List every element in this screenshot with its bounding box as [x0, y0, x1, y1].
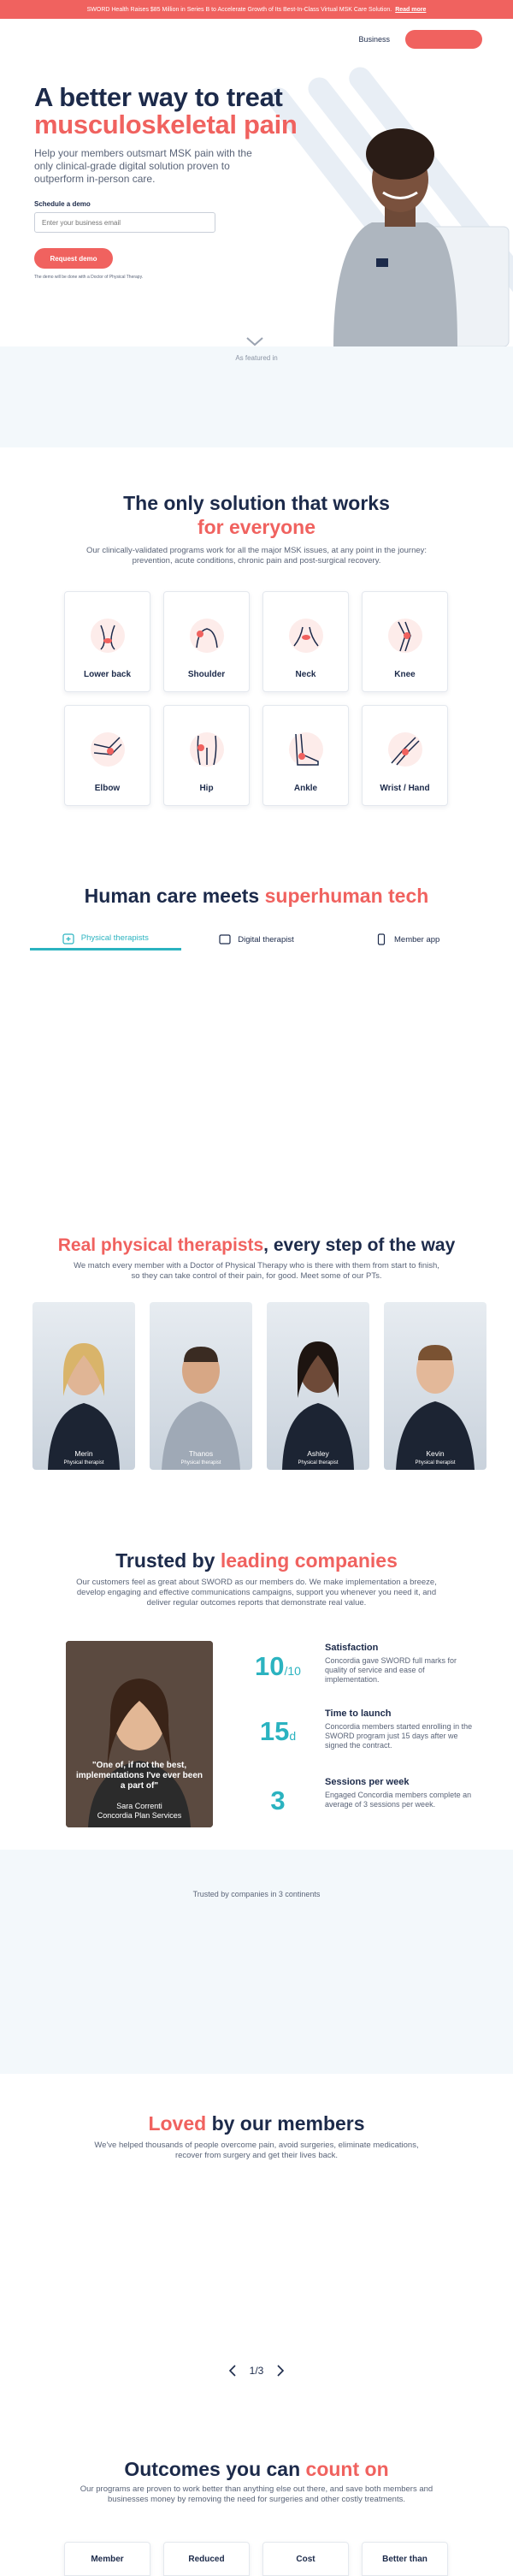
testimonial-pager: 1/3	[0, 2365, 513, 2377]
stat-number-sessions: 3	[270, 1785, 286, 1815]
outcome-card[interactable]: Member	[64, 2542, 150, 2576]
human-care-title: Human care meets superhuman tech	[84, 885, 429, 907]
lower-back-icon	[90, 619, 125, 653]
therapist-list: Merin Physical therapist Thanos Physical…	[32, 1302, 486, 1470]
solution-heading: The only solution that works for everyon…	[0, 491, 513, 566]
shoulder-icon	[189, 619, 224, 653]
ankle-icon	[288, 732, 323, 767]
therapist-name: Kevin	[426, 1449, 445, 1458]
area-card-lower-back[interactable]: Lower back	[64, 591, 150, 692]
therapist-card-kevin[interactable]: Kevin Physical therapist	[384, 1302, 486, 1470]
outcomes-heading: Outcomes you can count on Our programs a…	[0, 2457, 513, 2505]
testimonial-quote: "One of, if not the best, implementation…	[76, 1761, 203, 1791]
therapists-subtitle: We match every member with a Doctor of P…	[74, 1261, 439, 1281]
outcomes-subtitle: Our programs are proven to work better t…	[80, 2484, 433, 2504]
testimonial-card: "One of, if not the best, implementation…	[66, 1641, 213, 1827]
pager-label: 1/3	[249, 2365, 264, 2377]
trusted-band-label: Trusted by companies in 3 continents	[192, 1890, 321, 1898]
area-card-knee[interactable]: Knee	[362, 591, 448, 692]
therapist-name: Merin	[74, 1449, 93, 1458]
area-card-ankle[interactable]: Ankle	[262, 705, 349, 806]
therapist-photo	[48, 1343, 120, 1470]
demo-fine-print: The demo will be done with a Doctor of P…	[34, 275, 144, 280]
site-header: Business	[0, 19, 513, 60]
trusted-heading: Trusted by leading companies Our custome…	[0, 1549, 513, 1608]
tab-digital-therapist[interactable]: Digital therapist	[181, 928, 333, 950]
tablet-icon	[219, 934, 231, 945]
therapist-role: Physical therapist	[298, 1460, 339, 1466]
testimonial-company: Concordia Plan Services	[97, 1811, 182, 1820]
phone-icon	[377, 933, 386, 945]
schedule-demo-label: Schedule a demo	[34, 200, 91, 208]
therapist-card-merin[interactable]: Merin Physical therapist	[32, 1302, 135, 1470]
tab-physical-therapists[interactable]: Physical therapists	[30, 928, 181, 950]
announcement-bar: SWORD Health Raises $85 Million in Serie…	[0, 0, 513, 19]
chevron-right-icon[interactable]	[275, 2365, 286, 2377]
scroll-down-chevron-icon[interactable]	[245, 336, 264, 346]
outcome-card[interactable]: Better than	[362, 2542, 448, 2576]
hero-section: A better way to treat musculoskeletal pa…	[0, 60, 513, 346]
business-email-input[interactable]	[34, 212, 215, 233]
therapist-card-ashley[interactable]: Ashley Physical therapist	[267, 1302, 369, 1470]
therapist-card-thanos[interactable]: Thanos Physical therapist	[150, 1302, 252, 1470]
featured-label: As featured in	[235, 354, 278, 362]
area-card-wrist-hand[interactable]: Wrist / Hand	[362, 705, 448, 806]
request-demo-button[interactable]: Request demo	[34, 248, 113, 269]
announcement-text: SWORD Health Raises $85 Million in Serie…	[86, 6, 392, 13]
therapist-photo	[162, 1347, 240, 1470]
therapist-role: Physical therapist	[415, 1460, 456, 1466]
members-subtitle: We've helped thousands of people overcom…	[94, 2141, 419, 2160]
knee-icon	[387, 619, 422, 653]
stat-number-time-to-launch: 15d	[259, 1716, 297, 1746]
stat-time-to-launch: Time to launch Concordia members started…	[325, 1708, 473, 1750]
body-area-grid: Lower back Shoulder Neck Knee Elbow Hip …	[64, 591, 449, 806]
chevron-left-icon[interactable]	[227, 2365, 238, 2377]
human-care-tabs: Physical therapists Digital therapist Me…	[30, 928, 483, 950]
hero-subtitle: Help your members outsmart MSK pain with…	[34, 147, 252, 185]
neck-icon	[288, 619, 323, 653]
stat-satisfaction: Satisfaction Concordia gave SWORD full m…	[325, 1643, 457, 1684]
members-heading: Loved by our members We've helped thousa…	[0, 2111, 513, 2161]
hip-icon	[189, 732, 224, 767]
elbow-icon	[90, 732, 125, 767]
stat-number-satisfaction: 10/10	[255, 1651, 301, 1681]
wrist-hand-icon	[387, 732, 422, 767]
testimonial-name: Sara Correnti	[116, 1802, 162, 1810]
therapist-photo	[396, 1345, 475, 1470]
read-more-link[interactable]: Read more	[395, 7, 426, 13]
trusted-subtitle: Our customers feel as great about SWORD …	[76, 1578, 437, 1608]
trusted-logos-band: Trusted by companies in 3 continents	[0, 1850, 513, 2074]
therapist-photo	[282, 1341, 354, 1470]
area-card-elbow[interactable]: Elbow	[64, 705, 150, 806]
therapist-name: Thanos	[188, 1449, 214, 1458]
therapist-role: Physical therapist	[63, 1460, 104, 1466]
therapist-icon	[62, 933, 74, 945]
outcome-card[interactable]: Cost	[262, 2542, 349, 2576]
area-card-shoulder[interactable]: Shoulder	[163, 591, 250, 692]
solution-subtitle: Our clinically-validated programs work f…	[86, 546, 428, 566]
area-card-neck[interactable]: Neck	[262, 591, 349, 692]
therapists-heading: Real physical therapists, every step of …	[57, 1235, 456, 1281]
business-nav-link[interactable]: Business	[358, 35, 390, 44]
stat-sessions-per-week: Sessions per week Engaged Concordia memb…	[325, 1777, 472, 1809]
therapist-role: Physical therapist	[180, 1460, 221, 1466]
testimonial-photo	[66, 1641, 213, 1827]
hero-title: A better way to treat musculoskeletal pa…	[34, 82, 298, 139]
area-card-hip[interactable]: Hip	[163, 705, 250, 806]
outcome-cards: Member Reduced Cost Better than	[64, 2542, 448, 2576]
therapist-name: Ashley	[307, 1449, 329, 1458]
featured-in-band: As featured in	[0, 346, 513, 447]
header-cta-button[interactable]	[405, 30, 482, 49]
outcome-card[interactable]: Reduced	[163, 2542, 250, 2576]
tab-member-app[interactable]: Member app	[332, 928, 483, 950]
